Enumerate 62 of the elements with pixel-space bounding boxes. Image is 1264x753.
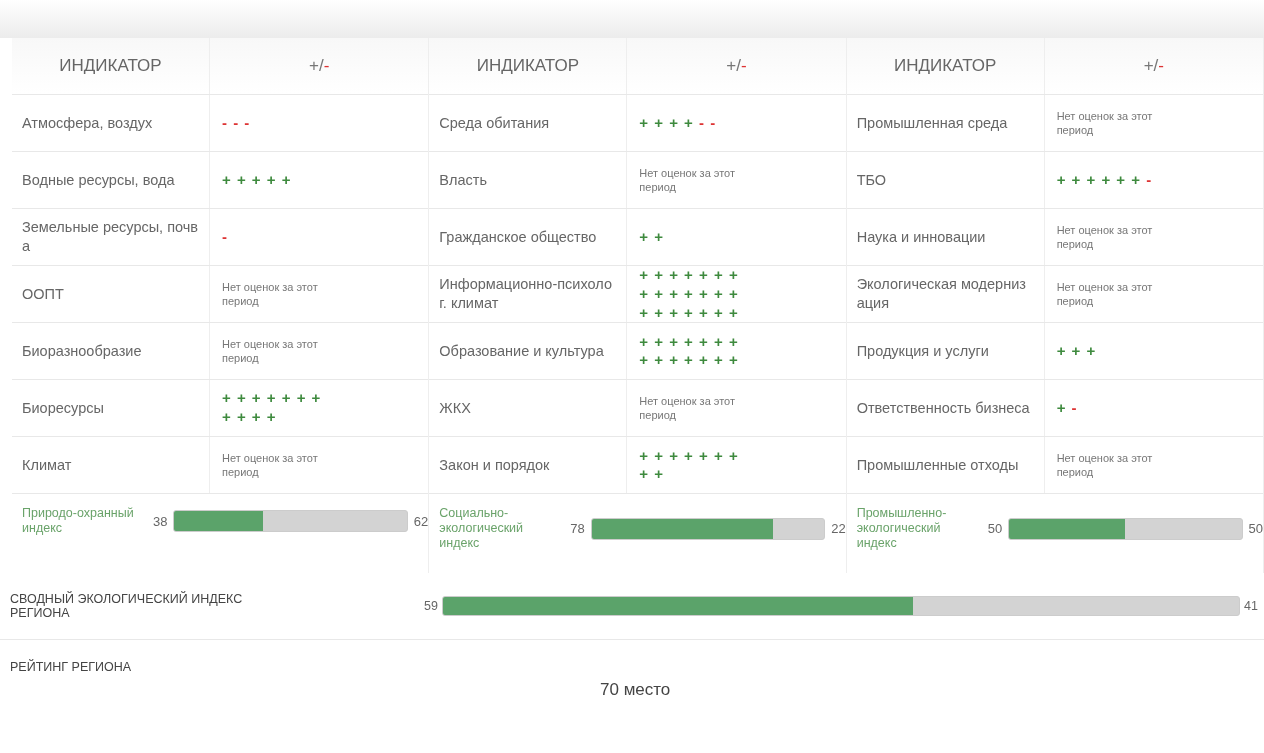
indicator-name: Закон и порядок xyxy=(439,455,550,475)
rating-value: 70 место xyxy=(600,680,671,701)
indicator-name: Информационно-психолог. климат xyxy=(439,275,613,313)
score-marks: + + xyxy=(639,227,664,247)
indicator-name: Наука и инновации xyxy=(856,227,986,247)
no-rating-note: Нет оценок за этот период xyxy=(1056,222,1154,252)
indicator-name: Промышленные отходы xyxy=(856,455,1019,475)
index-remainder: 22 xyxy=(831,521,846,537)
indicator-name: ТБО xyxy=(856,170,887,190)
indicator-name: Климат xyxy=(22,455,72,475)
indicator-name: Экологическая модернизация xyxy=(856,275,1027,313)
column-header: +/- xyxy=(309,56,330,76)
summary-value: 59 xyxy=(423,599,438,614)
indicator-name: Промышленная среда xyxy=(856,113,1008,133)
no-rating-note: Нет оценок за этот период xyxy=(222,450,319,480)
summary-label: СВОДНЫЙ ЭКОЛОГИЧЕСКИЙ ИНДЕКС РЕГИОНА xyxy=(9,591,244,621)
no-rating-note: Нет оценок за этот период xyxy=(1056,450,1154,480)
indicator-name: Среда обитания xyxy=(439,113,550,133)
score-marks: + + + + + + + + + + + + + + + + + + + + + xyxy=(639,266,740,323)
indicator-name: Биоресурсы xyxy=(22,398,104,418)
no-rating-note: Нет оценок за этот период xyxy=(1056,279,1154,309)
no-rating-note: Нет оценок за этот период xyxy=(639,165,736,195)
index-remainder: 50 xyxy=(1248,521,1263,536)
indicator-name: Земельные ресурсы, почва xyxy=(22,218,199,256)
column-header: +/- xyxy=(726,56,747,76)
indicator-name: Образование и культура xyxy=(439,341,604,361)
indicator-name: Водные ресурсы, вода xyxy=(22,170,175,190)
index-value: 78 xyxy=(570,521,585,537)
score-marks: + + + + + + + + + xyxy=(639,446,740,484)
no-rating-note: Нет оценок за этот период xyxy=(639,393,736,423)
score-marks: + - xyxy=(1056,398,1078,418)
column-header: ИНДИКАТОР xyxy=(59,56,162,76)
score-marks: + + + + - - xyxy=(639,113,717,133)
score-marks: - xyxy=(222,227,228,247)
index-value: 38 xyxy=(153,513,168,529)
column-header: +/- xyxy=(1143,56,1164,76)
score-marks: - - - xyxy=(222,113,251,133)
score-marks: + + + + + xyxy=(222,170,292,190)
score-marks: + + + + + + - xyxy=(1056,170,1153,190)
index-label: Промышленно-экологический индекс xyxy=(856,506,948,551)
indicator-name: Ответственность бизнеса xyxy=(856,398,1030,418)
no-rating-note: Нет оценок за этот период xyxy=(222,336,319,366)
indicator-name: Гражданское общество xyxy=(439,227,597,247)
indicator-name: Атмосфера, воздух xyxy=(22,113,153,133)
index-value: 50 xyxy=(987,521,1003,536)
indicator-name: Продукция и услуги xyxy=(856,341,989,361)
indicator-name: ООПТ xyxy=(22,284,64,304)
score-marks: + + + xyxy=(1056,341,1097,361)
score-marks: + + + + + + + + + + + xyxy=(222,389,323,427)
rating-label: РЕЙТИНГ РЕГИОНА xyxy=(10,660,132,675)
no-rating-note: Нет оценок за этот период xyxy=(1056,108,1154,138)
column-header: ИНДИКАТОР xyxy=(894,56,997,76)
indicator-name: Власть xyxy=(439,170,487,190)
indicator-name: Биоразнообразие xyxy=(22,341,142,361)
index-label: Природо-охранный индекс xyxy=(22,506,135,536)
no-rating-note: Нет оценок за этот период xyxy=(222,279,319,309)
indicator-name: ЖКХ xyxy=(439,398,471,418)
index-remainder: 62 xyxy=(413,513,429,529)
column-header: ИНДИКАТОР xyxy=(476,56,579,76)
index-label: Социально-экологический индекс xyxy=(439,506,525,552)
summary-remainder: 41 xyxy=(1244,599,1258,614)
score-marks: + + + + + + + + + + + + + + xyxy=(639,332,740,370)
